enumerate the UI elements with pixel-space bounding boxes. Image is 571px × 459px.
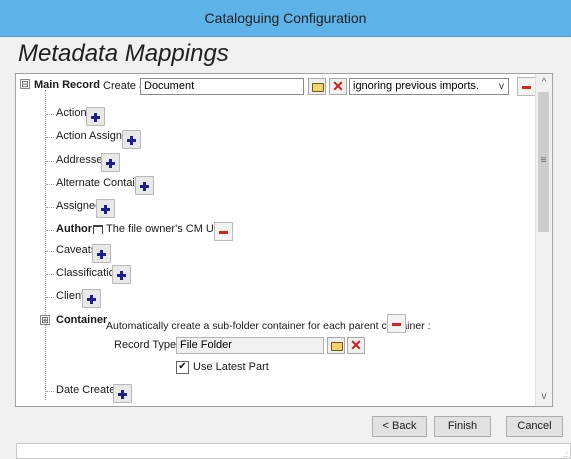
add-addressee-button[interactable] — [101, 153, 120, 172]
x-icon: ✕ — [332, 78, 344, 94]
remove-author-button[interactable] — [214, 222, 233, 241]
back-button[interactable]: < Back — [372, 416, 427, 437]
create-label: Create a — [103, 80, 146, 92]
browse-container-folder-button[interactable] — [327, 337, 345, 354]
field-action-label: Action — [56, 107, 87, 119]
tree-branch — [46, 230, 54, 231]
add-date-created-button[interactable] — [113, 384, 132, 403]
import-mode-select[interactable]: ignoring previous imports. v — [349, 78, 509, 95]
record-type-label: Record Type : — [114, 339, 183, 351]
tree-branch — [46, 114, 54, 115]
field-caveats-label: Caveats — [56, 244, 97, 256]
field-date-created-label: Date Created — [56, 384, 122, 396]
finish-button[interactable]: Finish — [434, 416, 491, 437]
expand-icon[interactable]: ⊞ — [40, 315, 50, 325]
resize-grip-icon[interactable]: .: — [563, 449, 568, 459]
container-record-type-field[interactable]: File Folder — [176, 337, 324, 354]
use-latest-part-label: Use Latest Part — [193, 361, 269, 373]
import-mode-value: ignoring previous imports. — [353, 80, 479, 92]
status-bar: .: — [16, 443, 571, 459]
field-client-label: Client — [56, 290, 85, 302]
tree-branch — [46, 297, 54, 298]
vertical-scrollbar[interactable]: ^ ≡ v — [535, 74, 552, 406]
remove-container-button[interactable] — [387, 314, 406, 333]
tree-branch — [46, 137, 54, 138]
use-latest-part-checkbox[interactable]: ✔ — [176, 361, 189, 374]
field-assignee-label: Assignee — [56, 200, 102, 212]
grip-icon: ≡ — [540, 155, 547, 166]
folder-icon — [331, 342, 343, 351]
tree-branch — [46, 184, 54, 185]
page-title: Metadata Mappings — [18, 40, 229, 67]
scroll-up-icon[interactable]: ^ — [536, 75, 552, 91]
window-title: Cataloguing Configuration — [0, 0, 571, 37]
add-action-assignee-button[interactable] — [122, 130, 141, 149]
tree-branch — [46, 274, 54, 275]
field-author-label: Author — [56, 223, 93, 235]
clear-container-type-button[interactable]: ✕ — [347, 337, 365, 354]
field-container-label: Container — [56, 314, 108, 326]
main-record-label: Main Record — [34, 79, 101, 91]
add-assignee-button[interactable] — [96, 199, 115, 218]
cancel-button[interactable]: Cancel — [506, 416, 563, 437]
clear-record-type-button[interactable]: ✕ — [329, 78, 347, 95]
browse-folder-button[interactable] — [308, 78, 326, 95]
x-icon: ✕ — [350, 337, 362, 353]
tree-branch — [46, 207, 54, 208]
tree-branch — [46, 391, 54, 392]
tree-branch — [46, 251, 54, 252]
collapse-icon[interactable]: ⊟ — [20, 79, 30, 89]
author-value: The file owner's CM User — [106, 223, 230, 235]
chevron-down-icon: v — [499, 81, 504, 92]
container-description: Automatically create a sub-folder contai… — [106, 320, 431, 332]
scroll-thumb[interactable]: ≡ — [538, 92, 549, 232]
flag-icon — [93, 225, 103, 234]
mappings-panel: ⊟ Main Record Create a Document ✕ ignori… — [15, 73, 553, 407]
add-alternate-container-button[interactable] — [135, 176, 154, 195]
add-client-button[interactable] — [82, 289, 101, 308]
add-caveats-button[interactable] — [92, 244, 111, 263]
main-record-type-field[interactable]: Document — [140, 78, 304, 95]
add-action-button[interactable] — [86, 107, 105, 126]
add-classification-button[interactable] — [112, 265, 131, 284]
folder-icon — [312, 83, 324, 92]
remove-main-record-button[interactable] — [517, 77, 536, 96]
tree-branch — [46, 161, 54, 162]
scroll-down-icon[interactable]: v — [536, 389, 552, 405]
